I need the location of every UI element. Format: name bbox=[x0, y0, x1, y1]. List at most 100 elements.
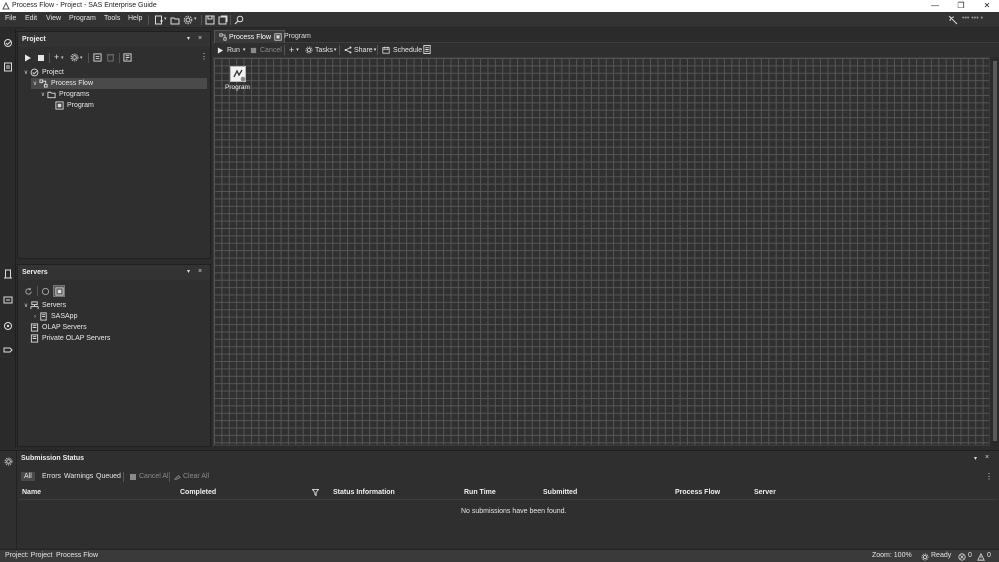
pane-menu-chevron-icon[interactable]: ▾ bbox=[187, 35, 190, 42]
prompt-manager-icon[interactable] bbox=[3, 321, 13, 331]
tree-item-servers[interactable]: ∨ Servers bbox=[22, 300, 208, 311]
process-flow-canvas[interactable]: Program bbox=[213, 57, 990, 446]
pane-menu-chevron-icon[interactable]: ▾ bbox=[974, 455, 977, 462]
tree-item-process-flow[interactable]: ∨ Process Flow bbox=[31, 78, 207, 89]
column-header-run-time[interactable]: Run Time bbox=[464, 489, 496, 496]
pane-menu-chevron-icon[interactable]: ▾ bbox=[187, 268, 190, 275]
tree-item-olap-servers[interactable]: OLAP Servers bbox=[30, 322, 206, 333]
error-icon[interactable] bbox=[958, 553, 966, 561]
filter-queued-button[interactable]: Queued bbox=[96, 473, 121, 480]
tasks-dropdown-chevron-icon[interactable]: ▾ bbox=[80, 55, 83, 61]
status-project: Project: Project bbox=[5, 552, 53, 559]
schedule-button[interactable]: Schedule bbox=[382, 45, 422, 55]
status-zoom[interactable]: Zoom: 100% bbox=[872, 552, 912, 559]
save-all-icon[interactable] bbox=[218, 15, 228, 25]
delete-icon[interactable] bbox=[106, 53, 115, 62]
notes-icon[interactable] bbox=[423, 45, 431, 54]
task-list-icon[interactable] bbox=[3, 62, 13, 72]
minimize-button[interactable]: — bbox=[926, 0, 944, 12]
tree-item-programs[interactable]: ∨ Programs bbox=[39, 89, 207, 100]
menu-view[interactable]: View bbox=[46, 15, 61, 22]
export-icon[interactable] bbox=[123, 53, 132, 62]
column-header-submitted[interactable]: Submitted bbox=[543, 489, 577, 496]
left-activity-strip bbox=[0, 29, 16, 448]
more-options-icon[interactable]: ⋮ bbox=[985, 472, 993, 481]
clear-all-button[interactable]: Clear All bbox=[174, 473, 209, 480]
filter-errors-button[interactable]: Errors bbox=[42, 473, 61, 480]
project-view-icon[interactable] bbox=[3, 38, 13, 48]
new-item-icon[interactable] bbox=[154, 15, 164, 25]
cancel-button[interactable]: Cancel bbox=[250, 45, 282, 55]
scrollbar-thumb[interactable] bbox=[993, 61, 997, 441]
tasks-button[interactable]: Tasks ▾ bbox=[305, 45, 336, 55]
search-icon[interactable] bbox=[234, 15, 244, 25]
workspace: Process Flow × Program Run ▾ Cancel + ▾ … bbox=[212, 29, 999, 447]
menu-edit[interactable]: Edit bbox=[25, 15, 37, 22]
settings-dropdown-chevron-icon[interactable]: ▾ bbox=[194, 16, 197, 22]
tags-icon[interactable] bbox=[3, 345, 13, 355]
program-node[interactable]: Program bbox=[225, 66, 250, 94]
stop-icon[interactable] bbox=[37, 54, 45, 62]
toolbar-separator bbox=[284, 45, 285, 55]
pane-close-icon[interactable]: × bbox=[198, 35, 202, 42]
menu-tools[interactable]: Tools bbox=[104, 15, 120, 22]
user-name[interactable]: ••• ••• • bbox=[962, 15, 983, 22]
cancel-all-button[interactable]: Cancel All bbox=[130, 473, 170, 480]
expand-chevron-icon[interactable]: ∨ bbox=[39, 91, 47, 98]
restore-button[interactable]: ❐ bbox=[952, 0, 970, 12]
tree-label: Programs bbox=[59, 91, 90, 98]
disconnect-icon[interactable] bbox=[41, 287, 50, 296]
warning-icon[interactable] bbox=[977, 553, 985, 561]
open-folder-icon[interactable] bbox=[170, 15, 180, 25]
servers-view-icon[interactable] bbox=[3, 269, 13, 279]
collapse-chevron-icon[interactable]: › bbox=[31, 314, 39, 320]
connection-status-icon[interactable] bbox=[948, 15, 958, 25]
expand-chevron-icon[interactable]: ∨ bbox=[31, 80, 39, 87]
column-filter-icon[interactable] bbox=[312, 489, 319, 496]
tree-item-private-olap-servers[interactable]: Private OLAP Servers bbox=[30, 333, 206, 344]
run-icon[interactable] bbox=[24, 54, 32, 62]
tree-item-program[interactable]: Program bbox=[55, 100, 207, 111]
tab-program[interactable]: Program bbox=[270, 30, 315, 43]
submission-status-title: Submission Status bbox=[21, 455, 85, 462]
menu-help[interactable]: Help bbox=[128, 15, 142, 22]
add-icon[interactable]: + bbox=[54, 52, 59, 62]
tree-item-project[interactable]: ∨ Project bbox=[22, 67, 208, 78]
settings-gear-icon[interactable] bbox=[183, 15, 193, 25]
column-header-name[interactable]: Name bbox=[22, 489, 41, 496]
filter-toggle-button[interactable] bbox=[53, 285, 65, 297]
properties-icon[interactable] bbox=[93, 53, 102, 62]
add-dropdown-chevron-icon[interactable]: ▾ bbox=[61, 55, 64, 61]
save-icon[interactable] bbox=[205, 15, 215, 25]
run-button[interactable]: Run ▾ bbox=[217, 45, 245, 55]
share-button[interactable]: Share ▾ bbox=[344, 45, 376, 55]
server-icon bbox=[40, 312, 47, 321]
tree-label: Private OLAP Servers bbox=[42, 335, 111, 342]
menu-program[interactable]: Program bbox=[69, 15, 96, 22]
title-bar: Process Flow - Project - SAS Enterprise … bbox=[0, 0, 999, 12]
submission-status-gear-icon[interactable] bbox=[4, 457, 13, 466]
add-button[interactable]: + ▾ bbox=[289, 45, 299, 55]
canvas-vertical-scrollbar[interactable] bbox=[991, 57, 999, 446]
status-bar: Project: Project Process Flow Zoom: 100%… bbox=[0, 549, 999, 562]
tree-item-sasapp[interactable]: › SASApp bbox=[31, 311, 207, 322]
column-header-process-flow[interactable]: Process Flow bbox=[675, 489, 720, 496]
expand-chevron-icon[interactable]: ∨ bbox=[22, 302, 30, 309]
close-window-button[interactable]: ✕ bbox=[978, 0, 996, 12]
new-dropdown-chevron-icon[interactable]: ▾ bbox=[164, 16, 167, 22]
column-header-completed[interactable]: Completed bbox=[180, 489, 216, 496]
expand-chevron-icon[interactable]: ∨ bbox=[22, 69, 30, 76]
data-view-icon[interactable] bbox=[3, 295, 13, 305]
column-header-status-information[interactable]: Status Information bbox=[333, 489, 395, 496]
refresh-icon[interactable] bbox=[24, 287, 33, 296]
pane-close-icon[interactable]: × bbox=[198, 268, 202, 275]
pane-close-icon[interactable]: × bbox=[985, 454, 989, 461]
menu-separator-2 bbox=[201, 15, 202, 25]
more-options-icon[interactable]: ⋮ bbox=[200, 52, 208, 61]
filter-warnings-button[interactable]: Warnings bbox=[64, 473, 93, 480]
filter-all-button[interactable]: All bbox=[21, 472, 35, 481]
menu-file[interactable]: File bbox=[5, 15, 16, 22]
toolbar-separator-2 bbox=[339, 45, 340, 55]
column-header-server[interactable]: Server bbox=[754, 489, 776, 496]
tasks-gear-icon[interactable] bbox=[70, 53, 79, 62]
